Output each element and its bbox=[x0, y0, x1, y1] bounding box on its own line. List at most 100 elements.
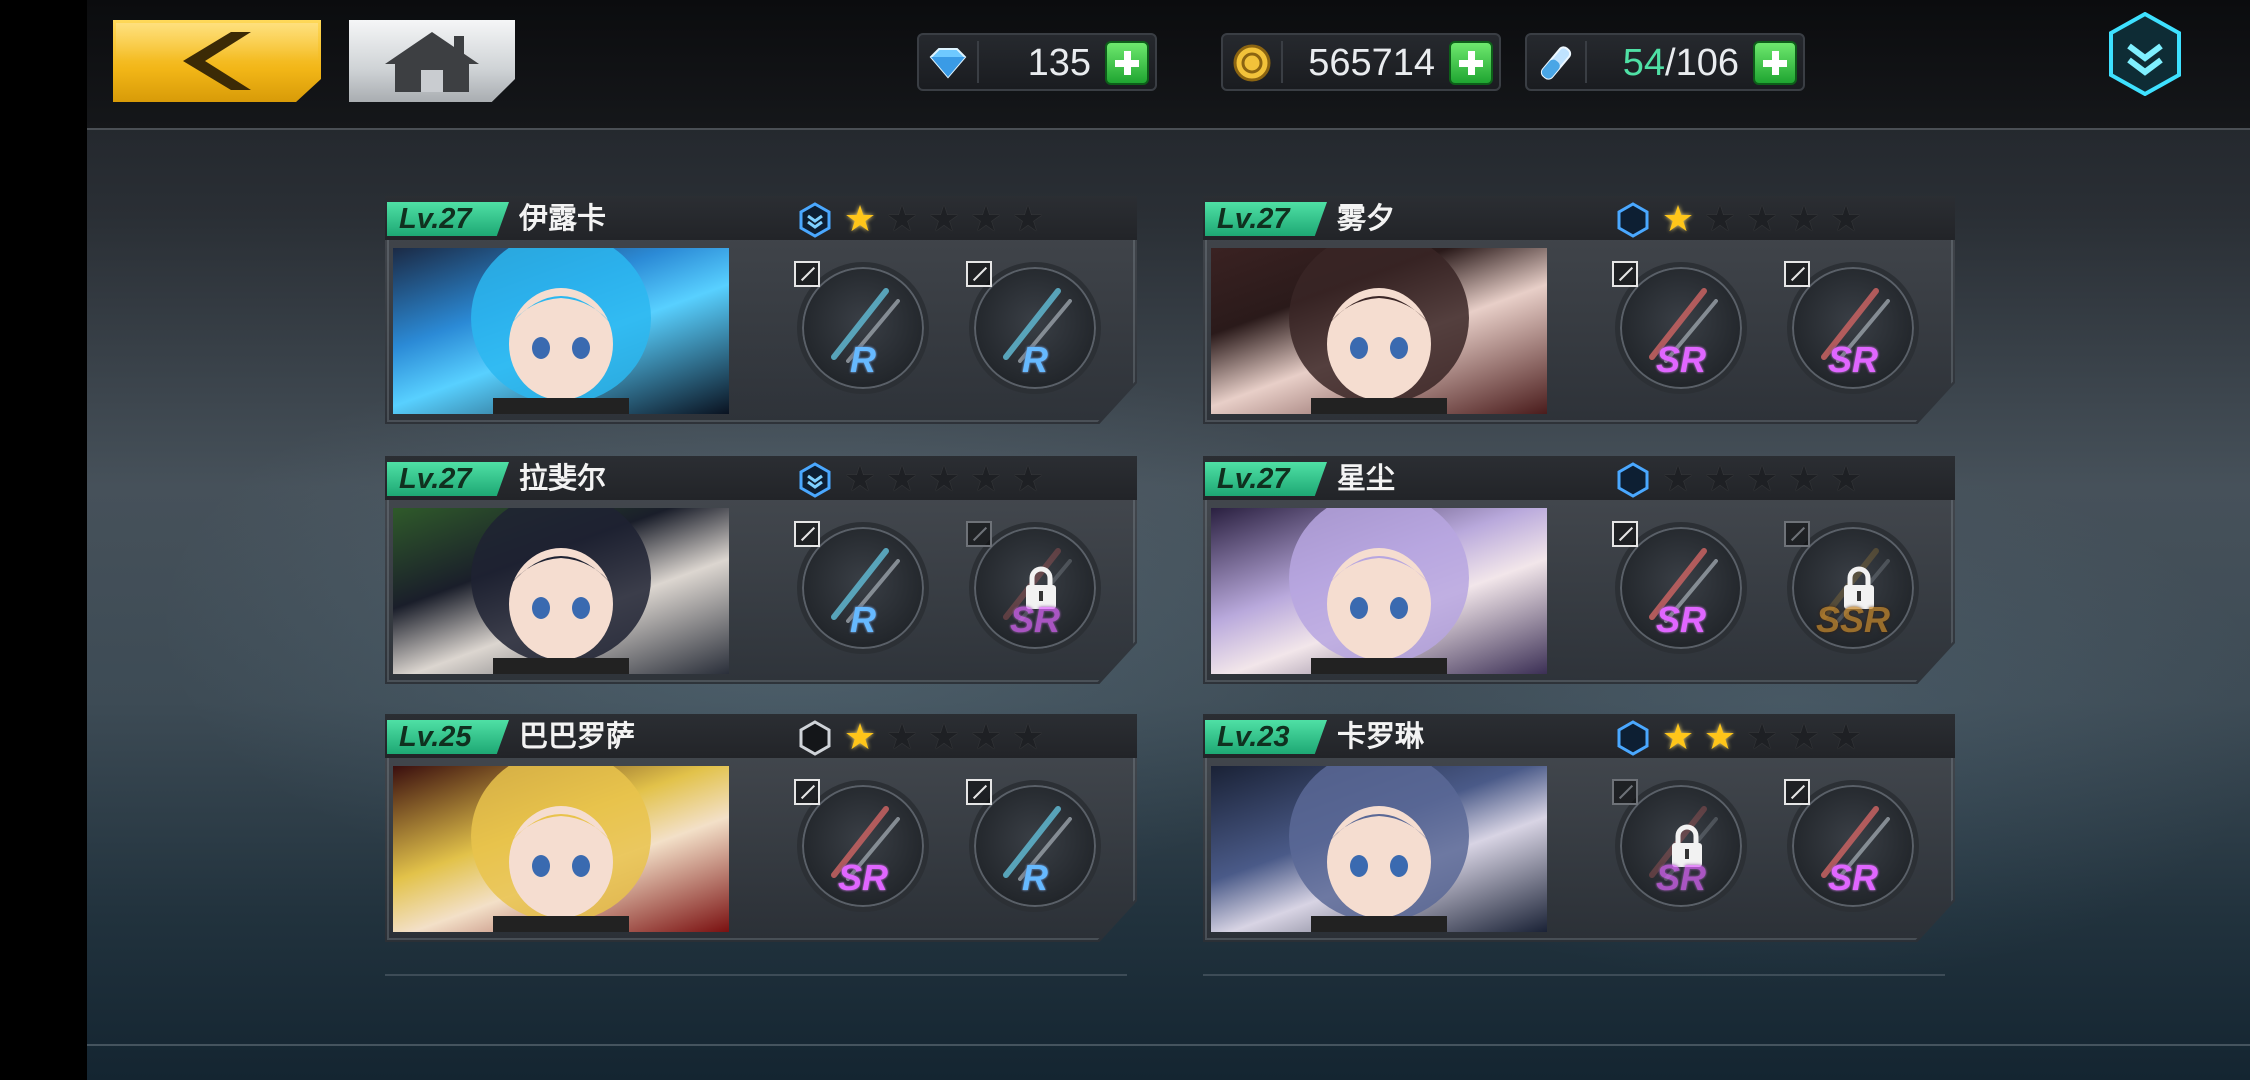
equip-edit-icon bbox=[1612, 261, 1638, 287]
star-empty-icon: ★ bbox=[969, 198, 1003, 239]
equipment-slot[interactable]: R bbox=[966, 261, 1101, 394]
add-diamonds-button[interactable] bbox=[1105, 41, 1149, 85]
equipment-slot-locked[interactable]: SSR bbox=[1784, 521, 1919, 654]
star-empty-icon: ★ bbox=[843, 458, 877, 499]
equipment-slot[interactable]: R bbox=[966, 779, 1101, 912]
rank-chevron-icon bbox=[799, 202, 831, 238]
rarity-label: SR bbox=[1009, 599, 1060, 640]
character-portrait bbox=[393, 248, 729, 414]
stamina-count: 54/106 bbox=[1623, 41, 1739, 85]
star-empty-icon: ★ bbox=[1703, 198, 1737, 239]
separator bbox=[1585, 41, 1587, 83]
star-filled-icon: ★ bbox=[1703, 716, 1737, 757]
character-name: 雾夕 bbox=[1337, 203, 1396, 235]
level-badge: Lv.23 bbox=[1205, 720, 1327, 754]
rarity-label: SR bbox=[1655, 857, 1706, 898]
equip-edit-icon bbox=[794, 521, 820, 547]
stamina-max: /106 bbox=[1665, 42, 1739, 84]
star-empty-icon: ★ bbox=[1787, 716, 1821, 757]
rarity-label: R bbox=[1022, 857, 1048, 898]
star-empty-icon: ★ bbox=[885, 198, 919, 239]
character-card[interactable]: Lv.27 星尘 ★ ★ ★ ★ ★ SR SSR bbox=[1203, 456, 1955, 684]
level-badge: Lv.27 bbox=[1205, 202, 1327, 236]
equip-edit-icon bbox=[1784, 261, 1810, 287]
equipment-slot[interactable]: R bbox=[794, 261, 929, 394]
back-arrow-icon bbox=[183, 32, 251, 90]
level-badge: Lv.27 bbox=[387, 462, 509, 496]
equipment-slot-locked[interactable]: SR bbox=[1612, 779, 1747, 912]
gold-coin-icon bbox=[1233, 44, 1271, 82]
equip-edit-icon bbox=[966, 261, 992, 287]
character-card[interactable]: Lv.27 拉斐尔 ★ ★ ★ ★ ★ R SR bbox=[385, 456, 1137, 684]
rarity-label: SSR bbox=[1815, 599, 1891, 640]
character-portrait bbox=[1211, 766, 1547, 932]
character-portrait bbox=[393, 508, 729, 674]
star-empty-icon: ★ bbox=[1011, 198, 1045, 239]
rank-hexagon-blue-icon bbox=[1617, 720, 1649, 756]
gold-resource: 565714 bbox=[1221, 33, 1501, 91]
star-empty-icon: ★ bbox=[1011, 458, 1045, 499]
star-empty-icon: ★ bbox=[885, 716, 919, 757]
top-bar: 135 565714 54/106 bbox=[87, 0, 2250, 130]
rarity-label: R bbox=[1022, 339, 1048, 380]
star-empty-icon: ★ bbox=[1745, 716, 1779, 757]
chevron-down-menu-icon[interactable] bbox=[2107, 12, 2183, 96]
character-card[interactable]: Lv.25 巴巴罗萨 ★ ★ ★ ★ ★ SR R bbox=[385, 714, 1137, 942]
equipment-slot[interactable]: SR bbox=[794, 779, 929, 912]
diamond-count: 135 bbox=[1027, 42, 1091, 84]
star-empty-icon: ★ bbox=[1011, 716, 1045, 757]
equip-edit-icon bbox=[1784, 521, 1810, 547]
equip-edit-icon bbox=[794, 261, 820, 287]
equip-edit-icon bbox=[1612, 521, 1638, 547]
character-card[interactable]: Lv.23 卡罗琳 ★ ★ ★ ★ ★ SR SR bbox=[1203, 714, 1955, 942]
stamina-resource: 54/106 bbox=[1525, 33, 1805, 91]
rank-hexagon-blue-icon bbox=[1617, 462, 1649, 498]
star-empty-icon: ★ bbox=[1787, 458, 1821, 499]
divider bbox=[385, 974, 1127, 976]
star-filled-icon: ★ bbox=[843, 198, 877, 239]
equipment-slot[interactable]: SR bbox=[1784, 779, 1919, 912]
rank-hexagon-blue-icon bbox=[1617, 202, 1649, 238]
rarity-label: SR bbox=[837, 857, 888, 898]
divider bbox=[87, 1044, 2250, 1046]
star-filled-icon: ★ bbox=[1661, 198, 1695, 239]
add-gold-button[interactable] bbox=[1449, 41, 1493, 85]
character-card[interactable]: Lv.27 伊露卡 ★ ★ ★ ★ ★ R R bbox=[385, 196, 1137, 424]
equipment-slot-locked[interactable]: SR bbox=[966, 521, 1101, 654]
home-button[interactable] bbox=[349, 20, 515, 102]
star-empty-icon: ★ bbox=[885, 458, 919, 499]
home-icon bbox=[385, 32, 479, 92]
star-empty-icon: ★ bbox=[927, 716, 961, 757]
character-card[interactable]: Lv.27 雾夕 ★ ★ ★ ★ ★ SR SR bbox=[1203, 196, 1955, 424]
star-empty-icon: ★ bbox=[1787, 198, 1821, 239]
equipment-slot[interactable]: R bbox=[794, 521, 929, 654]
character-name: 星尘 bbox=[1337, 463, 1396, 495]
character-name: 伊露卡 bbox=[519, 203, 607, 235]
star-empty-icon: ★ bbox=[1745, 458, 1779, 499]
stamina-current: 54 bbox=[1622, 42, 1666, 84]
add-stamina-button[interactable] bbox=[1753, 41, 1797, 85]
rank-chevron-icon bbox=[799, 462, 831, 498]
level-badge: Lv.27 bbox=[1205, 462, 1327, 496]
back-button[interactable] bbox=[113, 20, 321, 102]
separator bbox=[1281, 41, 1283, 83]
star-empty-icon: ★ bbox=[927, 458, 961, 499]
diamond-icon bbox=[929, 48, 967, 79]
equipment-slot[interactable]: SR bbox=[1784, 261, 1919, 394]
character-portrait bbox=[1211, 508, 1547, 674]
star-empty-icon: ★ bbox=[927, 198, 961, 239]
equip-edit-icon bbox=[1612, 779, 1638, 805]
rarity-label: SR bbox=[1827, 857, 1878, 898]
equipment-slot[interactable]: SR bbox=[1612, 261, 1747, 394]
equipment-slot[interactable]: SR bbox=[1612, 521, 1747, 654]
star-empty-icon: ★ bbox=[969, 458, 1003, 499]
level-badge: Lv.27 bbox=[387, 202, 509, 236]
game-screen: 135 565714 54/106 Lv.27 伊露卡 ★ ★ ★ ★ ★ R … bbox=[87, 0, 2250, 1080]
character-portrait bbox=[393, 766, 729, 932]
equip-edit-icon bbox=[966, 779, 992, 805]
rarity-label: R bbox=[850, 339, 876, 380]
diamond-resource: 135 bbox=[917, 33, 1157, 91]
rarity-label: SR bbox=[1827, 339, 1878, 380]
gold-count: 565714 bbox=[1308, 42, 1435, 84]
star-empty-icon: ★ bbox=[969, 716, 1003, 757]
